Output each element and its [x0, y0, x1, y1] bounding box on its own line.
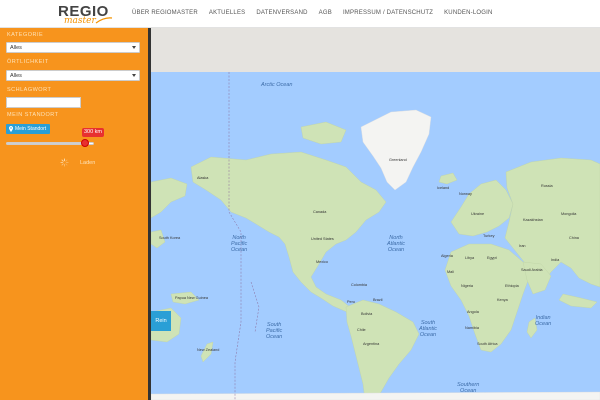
standort-label: MEIN STANDORT	[7, 112, 59, 118]
map-top-band	[151, 28, 600, 72]
map-label-argentina: Argentina	[363, 342, 380, 346]
map-label-egypt: Egypt	[487, 256, 497, 260]
time-border-line	[250, 281, 260, 333]
map-label-ukraine: Ukraine	[471, 212, 485, 216]
map-label-mongolia: Mongolia	[561, 212, 577, 216]
radius-value-badge: 300 km	[82, 128, 104, 137]
nav-item-datenversand[interactable]: DATENVERSAND	[256, 10, 307, 16]
mein-standort-button-label: Mein Standort	[15, 126, 47, 132]
map-label-iran: Iran	[519, 244, 526, 248]
greenland-landmass	[360, 109, 432, 191]
antarctica-landmass	[151, 391, 600, 400]
kategorie-select-value: Alles	[10, 45, 22, 51]
map-label-united-states: United States	[311, 237, 334, 241]
world-map[interactable]: Arctic Ocean North Pacific Ocean North A…	[151, 72, 600, 400]
main-nav: ÜBER REGIOMASTER AKTUELLES DATENVERSAND …	[132, 10, 504, 16]
ocean-label-north-pacific: North Pacific Ocean	[231, 235, 248, 253]
ortlichkeit-select-value: Alles	[10, 73, 22, 79]
map-label-colombia: Colombia	[351, 283, 368, 287]
map-label-ethiopia: Ethiopia	[505, 284, 519, 288]
ortlichkeit-label: ÖRTLICHKEIT	[7, 59, 49, 65]
map-label-russia: Russia	[541, 184, 553, 188]
ocean-label-arctic: Arctic Ocean	[261, 82, 293, 88]
radius-slider-fill	[7, 143, 85, 144]
map-label-brazil: Brazil	[373, 298, 383, 302]
nav-item-ueber[interactable]: ÜBER REGIOMASTER	[132, 10, 198, 16]
map-label-namibia: Namibia	[465, 326, 479, 330]
regiomaster-logo[interactable]: REGIO master	[58, 3, 118, 27]
loading-spinner-icon	[60, 158, 69, 167]
location-pin-icon	[9, 126, 13, 132]
south-america-landmass	[345, 299, 420, 400]
east-asia-edge-landmass	[151, 177, 188, 219]
nav-item-impressum[interactable]: IMPRESSUM / DATENSCHUTZ	[343, 10, 433, 16]
ocean-label-north-atlantic: North Atlantic Ocean	[387, 235, 406, 253]
north-america-landmass	[190, 151, 387, 313]
map-label-angola: Angola	[467, 310, 479, 314]
europe-landmass	[450, 179, 514, 237]
africa-landmass	[444, 243, 530, 353]
nav-item-aktuelles[interactable]: AKTUELLES	[209, 10, 245, 16]
chevron-down-icon	[132, 46, 136, 49]
map-label-china: China	[569, 236, 579, 240]
logo-swoosh-icon	[95, 17, 113, 24]
map-label-kenya: Kenya	[497, 298, 508, 302]
new-zealand-landmass	[200, 341, 214, 363]
ocean-label-indian: Indian Ocean	[535, 315, 552, 327]
indonesia-landmass	[558, 293, 598, 309]
map-label-mali: Mali	[447, 270, 454, 274]
map-label-bolivia: Bolivia	[361, 312, 373, 316]
map-label-alaska: Alaska	[197, 176, 209, 180]
zoom-in-button[interactable]: Rein	[151, 311, 171, 331]
ocean-label-south-pacific: South Pacific Ocean	[266, 322, 283, 340]
ocean-label-south-atlantic: South Atlantic Ocean	[419, 320, 438, 338]
map-label-saudi-arabia: Saudi Arabia	[521, 268, 543, 272]
kategorie-select[interactable]: Alles	[6, 42, 140, 53]
map-label-norway: Norway	[459, 192, 472, 196]
map-label-mexico: Mexico	[316, 260, 329, 264]
map-label-canada: Canada	[313, 210, 327, 214]
mein-standort-button[interactable]: Mein Standort	[6, 124, 50, 134]
loading-text: Laden	[80, 160, 96, 166]
map-label-india: India	[551, 258, 560, 262]
map-label-algeria: Algeria	[441, 254, 453, 258]
schlagwort-input[interactable]	[6, 97, 81, 108]
map-label-papua: Papua New Guinea	[175, 296, 208, 300]
ortlichkeit-select[interactable]: Alles	[6, 70, 140, 81]
map-label-kazakhstan: Kazakhstan	[523, 218, 543, 222]
logo-text-master: master	[64, 16, 96, 26]
kategorie-label: KATEGORIE	[7, 32, 44, 38]
nav-item-agb[interactable]: AGB	[319, 10, 332, 16]
map-label-peru: Peru	[347, 300, 356, 304]
map-label-libya: Libya	[465, 256, 475, 260]
schlagwort-label: SCHLAGWORT	[7, 87, 52, 93]
arctic-islands-landmass	[300, 121, 347, 145]
map-label-south-africa: South Africa	[477, 342, 498, 346]
ocean-label-southern: Southern Ocean	[457, 382, 480, 394]
map-label-iceland: Iceland	[437, 186, 450, 190]
map-label-greenland: Greenland	[389, 158, 407, 162]
nav-item-kunden-login[interactable]: KUNDEN-LOGIN	[444, 10, 492, 16]
map-label-nigeria: Nigeria	[461, 284, 474, 288]
site-header: REGIO master ÜBER REGIOMASTER AKTUELLES …	[0, 0, 600, 28]
map-label-new-zealand: New Zealand	[197, 348, 220, 352]
iceland-landmass	[438, 172, 458, 185]
map-label-south-korea: South Korea	[159, 236, 181, 240]
map-label-chile: Chile	[357, 328, 366, 332]
loading-indicator: Laden	[60, 157, 100, 169]
filter-sidebar: KATEGORIE Alles ÖRTLICHKEIT Alles SCHLAG…	[0, 28, 148, 400]
map-label-turkey: Turkey	[483, 234, 495, 238]
chevron-down-icon	[132, 74, 136, 77]
